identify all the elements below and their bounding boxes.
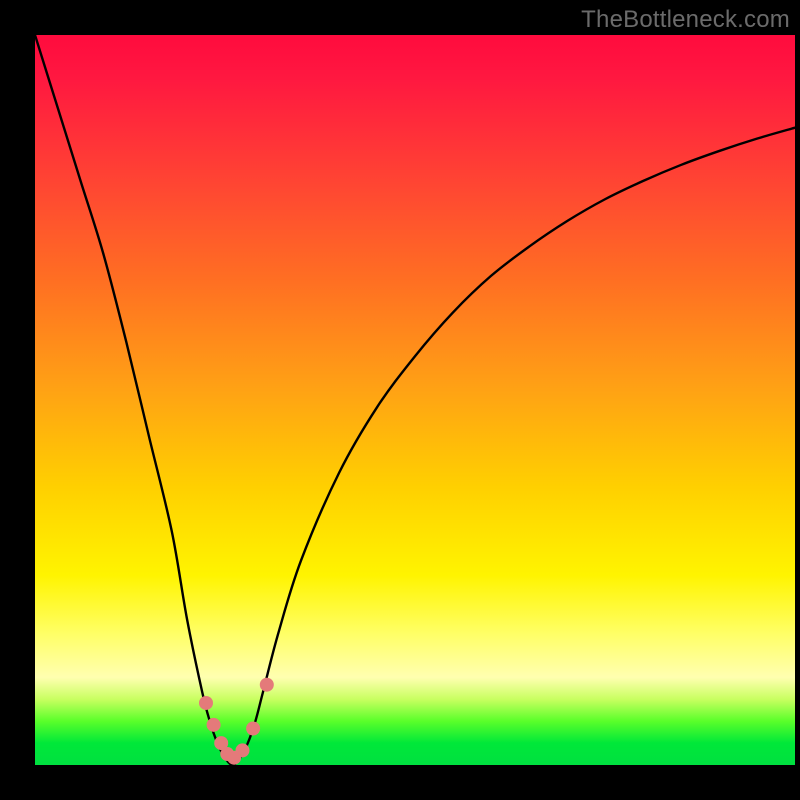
curve-marker — [260, 678, 274, 692]
curve-marker — [246, 722, 260, 736]
curve-marker — [207, 718, 221, 732]
watermark-text: TheBottleneck.com — [581, 6, 790, 34]
plot-area — [35, 35, 795, 765]
curve-layer — [35, 35, 795, 765]
chart-frame: TheBottleneck.com — [0, 0, 800, 800]
bottleneck-curve — [35, 35, 795, 765]
curve-marker — [199, 696, 213, 710]
curve-marker — [235, 743, 249, 757]
